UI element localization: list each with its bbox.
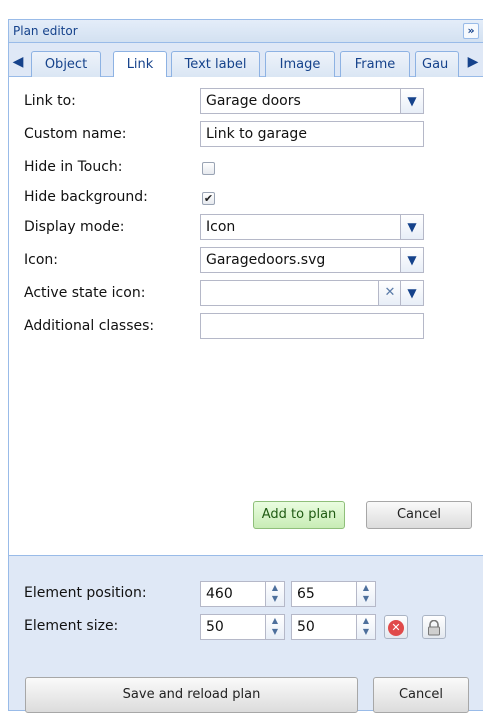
cancel-button[interactable]: Cancel — [366, 501, 472, 529]
position-x-value: 460 — [206, 586, 233, 602]
active-state-icon-label: Active state icon: — [24, 285, 146, 301]
spinner-icon[interactable]: ▲ ▼ — [265, 615, 284, 639]
position-y-value: 65 — [297, 586, 315, 602]
tab-object[interactable]: Object — [31, 51, 101, 77]
lock-icon[interactable] — [422, 615, 446, 639]
hide-background-checkbox[interactable]: ✔ — [202, 192, 215, 205]
tab-frame[interactable]: Frame — [340, 51, 410, 77]
tab-strip: ◀ Object Link Text label Image Frame Gau… — [9, 43, 483, 78]
tab-text-label[interactable]: Text label — [171, 51, 260, 77]
custom-name-value: Link to garage — [206, 126, 307, 142]
additional-classes-input[interactable] — [200, 313, 424, 339]
link-form: Link to: Garage doors ▼ Custom name: Lin… — [9, 77, 483, 555]
display-mode-value: Icon — [206, 219, 236, 235]
size-height-input[interactable]: 50 ▲ ▼ — [291, 614, 376, 640]
position-x-input[interactable]: 460 ▲ ▼ — [200, 581, 285, 607]
tab-gauge[interactable]: Gau — [415, 51, 459, 77]
link-to-select[interactable]: Garage doors ▼ — [200, 88, 424, 114]
check-icon: ✔ — [203, 192, 214, 205]
panel-title: Plan editor — [13, 24, 78, 38]
save-and-reload-button[interactable]: Save and reload plan — [25, 677, 358, 713]
size-height-value: 50 — [297, 619, 315, 635]
scroll-left-icon[interactable]: ◀ — [10, 52, 26, 72]
display-mode-label: Display mode: — [24, 219, 125, 235]
spinner-icon[interactable]: ▲ ▼ — [356, 615, 375, 639]
element-size-label: Element size: — [24, 618, 119, 634]
plan-editor-panel: Plan editor » ◀ Object Link Text label I… — [8, 19, 483, 713]
active-state-icon-select[interactable]: ✕ ▼ — [200, 280, 424, 306]
link-to-label: Link to: — [24, 93, 76, 109]
link-to-value: Garage doors — [206, 93, 301, 109]
icon-select[interactable]: Garagedoors.svg ▼ — [200, 247, 424, 273]
icon-label: Icon: — [24, 252, 58, 268]
chevron-down-icon[interactable]: ▼ — [400, 215, 423, 239]
add-to-plan-button[interactable]: Add to plan — [253, 501, 345, 529]
size-width-input[interactable]: 50 ▲ ▼ — [200, 614, 285, 640]
collapse-icon[interactable]: » — [463, 23, 479, 39]
chevron-down-icon[interactable]: ▼ — [400, 89, 423, 113]
chevron-down-icon[interactable]: ▼ — [400, 248, 423, 272]
tab-link[interactable]: Link — [113, 51, 167, 78]
spinner-icon[interactable]: ▲ ▼ — [265, 582, 284, 606]
size-width-value: 50 — [206, 619, 224, 635]
icon-value: Garagedoors.svg — [206, 252, 326, 268]
delete-icon[interactable]: ✕ — [384, 615, 408, 639]
bottom-cancel-button[interactable]: Cancel — [373, 677, 469, 713]
clear-icon[interactable]: ✕ — [378, 281, 401, 305]
custom-name-input[interactable]: Link to garage — [200, 121, 424, 147]
display-mode-select[interactable]: Icon ▼ — [200, 214, 424, 240]
hide-background-label: Hide background: — [24, 189, 148, 205]
panel-titlebar: Plan editor » — [9, 20, 483, 43]
custom-name-label: Custom name: — [24, 126, 127, 142]
element-position-label: Element position: — [24, 585, 147, 601]
additional-classes-label: Additional classes: — [24, 318, 155, 334]
element-properties: Element position: 460 ▲ ▼ 65 ▲ ▼ Element s… — [9, 555, 483, 713]
hide-in-touch-checkbox[interactable] — [202, 162, 215, 175]
tab-image[interactable]: Image — [265, 51, 335, 77]
spinner-icon[interactable]: ▲ ▼ — [356, 582, 375, 606]
lock-shape — [428, 619, 440, 635]
chevron-down-icon[interactable]: ▼ — [400, 281, 423, 305]
hide-in-touch-label: Hide in Touch: — [24, 159, 123, 175]
position-y-input[interactable]: 65 ▲ ▼ — [291, 581, 376, 607]
scroll-right-icon[interactable]: ▶ — [465, 52, 481, 72]
